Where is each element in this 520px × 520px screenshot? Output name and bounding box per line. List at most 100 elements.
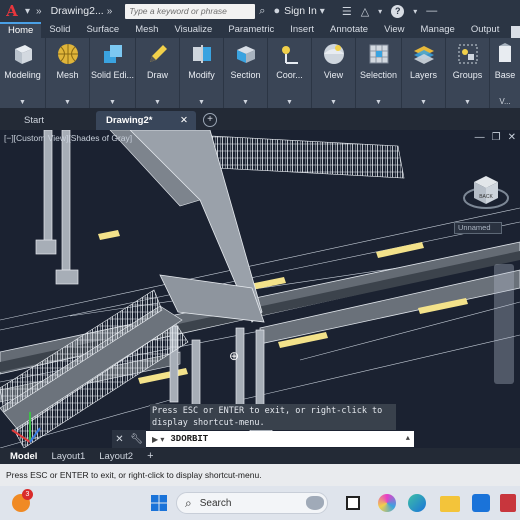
file-explorer-icon[interactable] [440,496,460,512]
user-icon: ● [273,5,281,17]
tab-mesh[interactable]: Mesh [127,22,166,38]
drawing-viewport[interactable]: ⊕ [−][Custom View][Shades of Gray] — ❐ ✕… [0,130,520,448]
ribbon-button-label: Selection [359,70,398,80]
command-input[interactable]: ▶︎ ▾ 3DORBIT ▲ [146,431,414,447]
tab-manage[interactable]: Manage [412,22,462,38]
tab-model[interactable]: Model [10,451,37,462]
dropdown-arrow-icon[interactable]: ▾ [25,6,30,17]
pencil-icon [149,45,167,62]
chevron-down-icon[interactable]: ▼ [464,99,471,106]
command-tooltip: Press ESC or ENTER to exit, or right-cli… [150,404,396,430]
navigation-bar[interactable] [494,264,514,384]
ucs-dropdown[interactable]: Unnamed [454,222,502,234]
viewcube[interactable]: BACK [462,168,510,216]
help-icon[interactable]: ? [391,4,405,18]
sign-in-dropdown-icon[interactable]: ▾ [320,6,325,17]
tab-annotate[interactable]: Annotate [322,22,376,38]
ribbon-button-label: Layers [409,70,437,80]
close-icon[interactable]: ✕ [115,434,123,445]
tab-home[interactable]: Home [0,22,42,38]
help-dropdown-icon[interactable]: ▾ [413,7,417,16]
new-tab-plus-icon[interactable]: + [203,113,217,127]
viewcube-face-label: BACK [479,194,493,200]
ribbon-button-label: Modeling [4,70,41,80]
taskbar-search-label: Search [199,497,232,509]
chevron-down-icon[interactable]: ▼ [109,99,116,106]
dropdown-icon[interactable]: ▾ [378,7,382,16]
status-bar: Press ESC or ENTER to exit, or right-cli… [0,464,520,486]
tab-start[interactable]: Start [14,111,94,130]
add-layout-plus-icon[interactable]: + [147,450,153,462]
search-input[interactable]: Type a keyword or phrase [125,3,256,19]
autocad-window: A ▾ » Drawing2... » Type a keyword or ph… [0,0,520,520]
ribbon-button-label: Draw [146,70,168,80]
close-icon[interactable]: ✕ [508,132,516,143]
groups-button[interactable]: Groups ▼ [446,38,490,108]
3d-model-scene[interactable]: ⊕ [0,130,520,448]
minimize-icon[interactable]: — [426,5,437,17]
tab-insert[interactable]: Insert [282,22,322,38]
ribbon-minimize-icon[interactable] [511,26,520,38]
ribbon-extra[interactable]: V... [499,97,510,106]
view-button[interactable]: View ▼ [312,38,356,108]
restore-icon[interactable]: ❐ [492,132,501,143]
mesh-button[interactable]: Mesh ▼ [46,38,90,108]
chevron-down-icon[interactable]: ▼ [242,99,249,106]
quick-access-menu-icon[interactable]: » [36,6,42,17]
ribbon-tab-bar: Home Solid Surface Mesh Visualize Parame… [0,22,520,38]
tab-surface[interactable]: Surface [78,22,127,38]
binoculars-icon[interactable]: ⌕ [259,5,265,18]
command-prompt-icon[interactable]: ▶︎ ▾ [152,435,164,444]
sign-in-link[interactable]: Sign In [284,5,317,17]
base-button[interactable]: Base V... [490,38,520,108]
wrench-icon[interactable]: 🔧︎ [130,434,143,445]
cart-icon[interactable]: ☰ [342,5,352,18]
chevron-down-icon[interactable]: ▼ [286,99,293,106]
triangle-icon[interactable]: △ [361,5,369,18]
tab-solid[interactable]: Solid [41,22,78,38]
coordinates-button[interactable]: Coor... ▼ [268,38,312,108]
chevron-down-icon[interactable]: ▼ [420,99,427,106]
chevron-down-icon[interactable]: ▼ [330,99,337,106]
task-view-icon[interactable] [346,496,360,510]
tab-output[interactable]: Output [463,22,508,38]
tab-drawing2[interactable]: Drawing2* ✕ [96,111,196,130]
tab-visualize[interactable]: Visualize [166,22,220,38]
chevron-down-icon[interactable]: ▼ [375,99,382,106]
document-title: Drawing2... [50,5,104,17]
layers-button[interactable]: Layers ▼ [402,38,446,108]
autocad-taskbar-icon[interactable] [500,494,516,512]
chevron-down-icon[interactable]: ▼ [64,99,71,106]
chevron-down-icon[interactable]: ▼ [154,99,161,106]
modeling-button[interactable]: Modeling ▼ [0,38,46,108]
cat-widget-icon[interactable] [306,496,324,510]
tab-layout1[interactable]: Layout1 [51,451,85,462]
modify-button[interactable]: Modify ▼ [180,38,224,108]
edge-browser-icon[interactable] [408,494,426,512]
view-icon [323,44,344,64]
tab-parametric[interactable]: Parametric [220,22,282,38]
solid-editing-button[interactable]: Solid Edi... ▼ [90,38,136,108]
ribbon-button-label: Modify [188,70,215,80]
more-icon[interactable]: » [107,6,113,17]
tab-layout2[interactable]: Layout2 [99,451,133,462]
app-logo[interactable]: A [2,1,22,21]
chevron-down-icon[interactable]: ▼ [19,99,26,106]
viewport-controls-label[interactable]: [−][Custom View][Shades of Gray] [4,133,132,143]
store-icon[interactable] [472,494,490,512]
close-icon[interactable]: ✕ [180,111,188,130]
command-value: 3DORBIT [170,434,209,444]
section-button[interactable]: Section ▼ [224,38,268,108]
selection-button[interactable]: Selection ▼ [356,38,402,108]
copilot-icon[interactable] [378,494,396,512]
viewport-window-controls: — ❐ ✕ [475,132,516,143]
windows-start-icon[interactable] [150,494,168,512]
chevron-down-icon[interactable]: ▼ [198,99,205,106]
minimize-icon[interactable]: — [475,132,485,143]
solid-edit-icon [103,45,122,63]
tab-view[interactable]: View [376,22,412,38]
base-icon [499,43,511,62]
chevron-up-icon[interactable]: ▲ [406,435,410,443]
draw-button[interactable]: Draw ▼ [136,38,180,108]
notification-badge: 3 [22,489,33,500]
